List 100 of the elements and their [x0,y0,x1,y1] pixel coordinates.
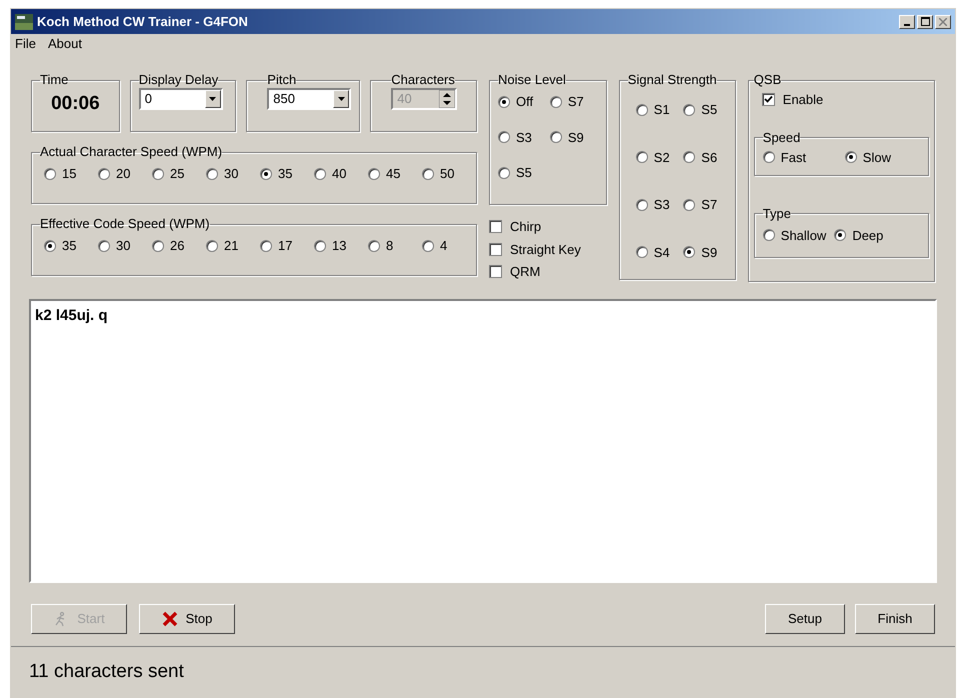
radio-button[interactable] [368,240,380,252]
radio-button[interactable] [498,166,510,179]
radio-label: 45 [386,165,400,183]
close-icon [939,18,947,26]
checkbox-label: Chirp [510,218,542,236]
action-button[interactable]: Finish [855,604,935,634]
radio-label: 35 [278,165,292,183]
radio-label: 40 [332,165,346,183]
radio-button[interactable] [206,240,218,252]
radio-button[interactable] [422,168,434,180]
checkbox[interactable] [762,93,775,106]
radio-label: 26 [170,237,184,255]
checkbox[interactable] [489,265,502,278]
radio-button[interactable] [314,240,326,252]
radio-button[interactable] [683,104,696,116]
group-label: Type [762,206,791,222]
dropdown[interactable]: 0 [138,88,223,110]
radio-button[interactable] [368,168,380,180]
status-bar: 11 characters sent [11,646,955,697]
radio-button[interactable] [844,151,857,164]
close-button[interactable] [935,14,951,28]
radio-button[interactable] [422,240,434,252]
radio-button[interactable] [683,198,696,211]
radio-label: 17 [278,237,292,255]
radio-button[interactable] [636,151,648,164]
radio-label: 21 [224,237,238,255]
radio-button[interactable] [98,240,110,252]
radio-button[interactable] [636,104,648,116]
cross-icon [162,611,178,627]
menu-item[interactable]: About [48,34,82,54]
radio-button[interactable] [550,131,562,144]
radio-button[interactable] [683,151,696,164]
radio-label: S6 [701,148,718,166]
radio-button[interactable] [152,168,164,180]
radio-button[interactable] [683,246,696,258]
checkbox[interactable] [489,220,502,234]
menu-item[interactable]: File [15,34,36,54]
radio-button[interactable] [44,168,56,180]
radio-button[interactable] [98,168,110,180]
radio-label: S3 [654,196,670,214]
radio-label: S3 [516,128,532,146]
checkbox-label: Straight Key [510,240,581,259]
radio-label: Off [516,93,534,111]
action-button[interactable]: Stop [139,604,235,634]
radio-button[interactable] [636,198,648,211]
radio-label: Deep [852,226,884,245]
group-label: Signal Strength [628,72,717,88]
window-title: Koch Method CW Trainer - G4FON [37,12,249,31]
group-label: Display Delay [138,72,218,88]
radio-label: S9 [701,244,718,262]
checkbox-label: Enable [782,91,824,109]
checkbox-label: QRM [510,263,540,281]
radio-label: 30 [224,165,238,183]
radio-label: S5 [701,101,718,119]
group-label: Pitch [267,72,296,88]
radio-button[interactable] [834,229,846,242]
radio-button[interactable] [206,168,218,180]
group-label: QSB [754,72,782,88]
radio-label: S1 [654,101,670,119]
radio-label: 15 [62,165,76,183]
radio-button[interactable] [260,168,272,180]
radio-button[interactable] [498,96,510,108]
radio-label: 35 [62,237,76,255]
radio-button[interactable] [636,246,648,258]
copy-text-area[interactable]: k2 l45uj. q [29,299,937,583]
radio-button[interactable] [550,96,562,108]
maximize-icon [920,17,930,26]
app-icon [15,14,33,30]
radio-button[interactable] [44,240,56,252]
radio-label: S2 [654,148,670,166]
group-label: Effective Code Speed (WPM) [40,216,210,232]
radio-label: 8 [386,237,394,255]
radio-label: 30 [116,237,130,255]
radio-button[interactable] [314,168,326,180]
group-label: Noise Level [498,72,566,88]
minimize-button[interactable] [899,14,915,28]
radio-label: Fast [780,148,806,166]
minimize-icon [904,24,910,26]
radio-label: 13 [332,237,346,255]
radio-label: S7 [701,196,718,214]
radio-button[interactable] [498,131,510,144]
radio-label: S5 [516,164,532,182]
checkbox[interactable] [489,242,502,256]
radio-label: 4 [440,237,448,255]
radio-label: S4 [654,244,670,262]
radio-label: 20 [116,165,130,183]
action-button[interactable]: Setup [765,604,845,634]
radio-label: S9 [568,128,584,146]
radio-button[interactable] [152,240,164,252]
radio-button[interactable] [762,229,775,242]
radio-label: 25 [170,165,184,183]
group-label: Characters [391,72,455,88]
radio-label: Shallow [780,226,826,244]
group-label: Time [40,72,68,88]
dropdown[interactable]: 850 [267,88,352,110]
radio-button[interactable] [260,240,272,252]
radio-button[interactable] [762,151,775,164]
group-label: Actual Character Speed (WPM) [40,144,222,160]
radio-label: Slow [862,148,891,166]
maximize-button[interactable] [917,14,933,28]
